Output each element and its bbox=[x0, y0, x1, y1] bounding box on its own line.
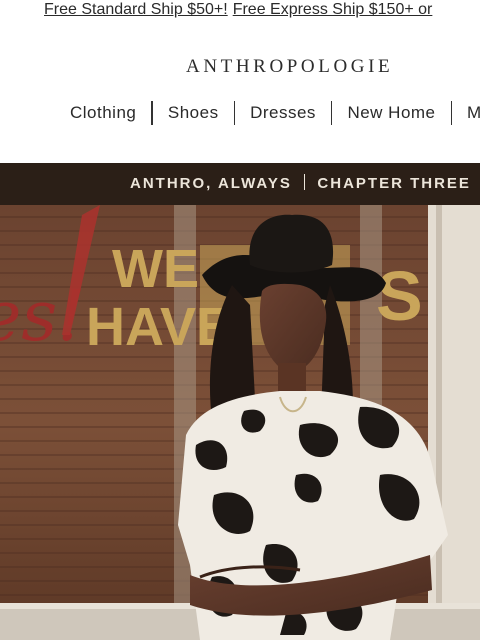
hero-title-band: ANTHRO, ALWAYS CHAPTER THREE bbox=[0, 163, 480, 205]
free-express-ship-link[interactable]: Free Express Ship $150+ or bbox=[233, 1, 433, 18]
logo-text[interactable]: ANTHROPOLOGIE bbox=[186, 56, 393, 78]
window-text-s: S bbox=[376, 257, 423, 335]
window-text-we: WE bbox=[112, 239, 199, 299]
nav-divider bbox=[151, 101, 153, 125]
free-standard-ship-link[interactable]: Free Standard Ship $50+! bbox=[44, 1, 228, 18]
nav-item-clothing[interactable]: Clothing bbox=[70, 100, 136, 126]
hero-banner[interactable]: ANTHRO, ALWAYS CHAPTER THREE s! WE HAVE … bbox=[0, 163, 480, 640]
nav-item-new-home[interactable]: New Home bbox=[347, 100, 435, 126]
nav-row: Clothing Shoes Dresses New Home M bbox=[70, 100, 480, 126]
nav-item-more[interactable]: M bbox=[467, 100, 480, 126]
nav-item-shoes[interactable]: Shoes bbox=[168, 100, 219, 126]
promo-bar: Free Standard Ship $50+! Free Express Shi… bbox=[0, 0, 480, 22]
hero-title-right: CHAPTER THREE bbox=[317, 175, 471, 192]
nav-divider bbox=[450, 101, 453, 125]
hero-title: ANTHRO, ALWAYS CHAPTER THREE bbox=[130, 174, 471, 192]
hero-title-left: ANTHRO, ALWAYS bbox=[130, 175, 292, 192]
main-nav: Clothing Shoes Dresses New Home M bbox=[0, 100, 480, 128]
promo-links: Free Standard Ship $50+! Free Express Shi… bbox=[44, 0, 432, 20]
nav-divider bbox=[233, 101, 236, 125]
nav-divider bbox=[330, 101, 333, 125]
hero-title-divider bbox=[303, 174, 306, 190]
hero-image: es! WE HAVE S bbox=[0, 205, 480, 640]
nav-item-dresses[interactable]: Dresses bbox=[250, 100, 316, 126]
